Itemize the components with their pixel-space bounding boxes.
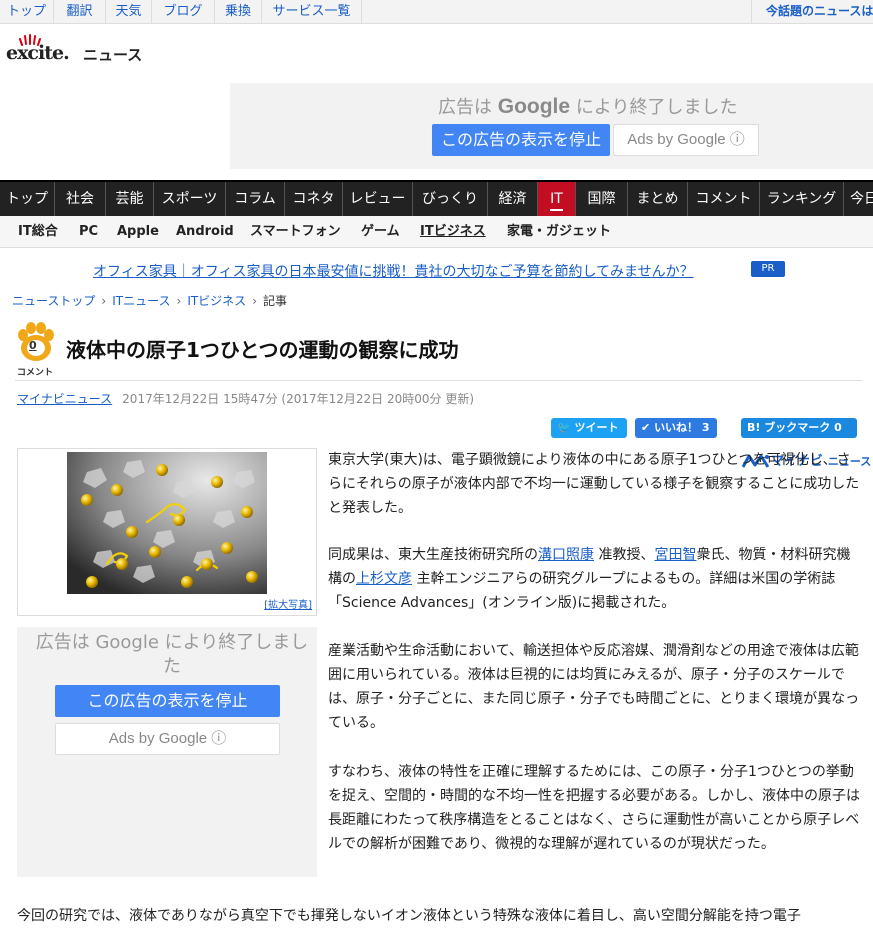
twitter-bird-icon: 🐦	[557, 421, 571, 434]
hatena-b-icon: B!	[747, 421, 761, 434]
subnav-appliances[interactable]: 家電・ガジェット	[507, 216, 611, 248]
article-paragraph: 産業活動や生命活動において、輸送担体や反応溶媒、潤滑剤などの用途で液体は広範囲に…	[328, 643, 860, 731]
subnav-android[interactable]: Android	[176, 216, 234, 248]
util-link-blog[interactable]: ブログ	[152, 0, 215, 24]
util-link-weather[interactable]: 天気	[106, 0, 152, 24]
nav-item-column[interactable]: コラム	[226, 182, 285, 216]
breadcrumb-it-business[interactable]: ITビジネス	[187, 294, 246, 308]
trending-news-link[interactable]: 今話題のニュースは	[751, 0, 873, 24]
side-ad-ended-message: 広告は Google により終了しました	[35, 632, 309, 677]
nav-item-it[interactable]: IT	[538, 182, 576, 216]
nav-item-sports[interactable]: スポーツ	[154, 182, 226, 216]
article-paragraph: 東京大学(東大)は、電子顕微鏡により液体の中にある原子1つひとつを可視化し、さら…	[328, 452, 860, 516]
ads-by-google-button[interactable]: Ads by Google ⓘ	[613, 124, 759, 156]
nav-item-today[interactable]: 今日	[844, 182, 873, 216]
article-figure: [拡大写真]	[17, 448, 317, 616]
breadcrumb-separator-icon: ›	[176, 294, 182, 308]
breadcrumb-current: 記事	[263, 294, 288, 308]
hatena-count: 0	[834, 421, 842, 434]
article-meta: マイナビニュース 2017年12月22日 15時47分 (2017年12月22日 …	[17, 390, 474, 407]
breadcrumb-it-news[interactable]: ITニュース	[112, 294, 170, 308]
nav-item-ranking[interactable]: ランキング	[760, 182, 844, 216]
sub-nav: IT総合 PC Apple Android スマートフォン ゲーム ITビジネス…	[0, 216, 873, 248]
researcher-link[interactable]: 宮田智	[654, 547, 696, 563]
nav-item-international[interactable]: 国際	[576, 182, 628, 216]
nav-item-matome[interactable]: まとめ	[628, 182, 688, 216]
nav-item-comment[interactable]: コメント	[688, 182, 760, 216]
nav-item-society[interactable]: 社会	[55, 182, 106, 216]
util-link-translate[interactable]: 翻訳	[54, 0, 106, 24]
pr-badge: PR	[751, 261, 785, 277]
check-icon: ✔	[641, 421, 651, 434]
side-ads-by-google-button[interactable]: Ads by Google ⓘ	[55, 723, 280, 755]
top-ad-area: 広告は Google により終了しました この広告の表示を停止 Ads by G…	[230, 83, 873, 169]
stop-ad-button[interactable]: この広告の表示を停止	[432, 124, 610, 156]
pr-ad-link[interactable]: オフィス家具｜オフィス家具の日本最安値に挑戦！貴社の大切なご予算を節約してみませ…	[93, 261, 694, 281]
util-link-services[interactable]: サービス一覧	[262, 0, 362, 24]
utility-bar: トップ 翻訳 天気 ブログ 乗換 サービス一覧 今話題のニュースは	[0, 0, 873, 24]
page: トップ 翻訳 天気 ブログ 乗換 サービス一覧 今話題のニュースは excite…	[0, 0, 873, 930]
comment-label: コメント	[17, 368, 54, 378]
side-stop-ad-button[interactable]: この広告の表示を停止	[55, 685, 280, 717]
logo-excite-text: excite.	[6, 42, 70, 64]
researcher-link[interactable]: 溝口照康	[538, 547, 594, 563]
nav-item-bikkuri[interactable]: びっくり	[413, 182, 488, 216]
nav-item-top[interactable]: トップ	[0, 182, 55, 216]
comment-count[interactable]: 0	[29, 339, 37, 352]
breadcrumb: ニューストップ › ITニュース › ITビジネス › 記事	[12, 292, 287, 309]
main-nav: トップ 社会 芸能 スポーツ コラム コネタ レビュー びっくり 経済 IT 国…	[0, 180, 873, 216]
nav-item-koneta[interactable]: コネタ	[285, 182, 343, 216]
breadcrumb-separator-icon: ›	[101, 294, 107, 308]
nav-item-economy[interactable]: 経済	[488, 182, 538, 216]
breadcrumb-news-top[interactable]: ニューストップ	[12, 294, 95, 308]
enlarge-photo-link[interactable]: [拡大写真]	[264, 596, 312, 611]
nav-item-entertainment[interactable]: 芸能	[106, 182, 154, 216]
facebook-like-button[interactable]: ✔ いいね！ 3	[635, 418, 717, 438]
article-date: 2017年12月22日 15時47分 (2017年12月22日 20時00分 更…	[122, 392, 475, 406]
article-source-link[interactable]: マイナビニュース	[17, 392, 112, 406]
util-link-transit[interactable]: 乗換	[215, 0, 262, 24]
article-paragraph: すなわち、液体の特性を正確に理解するためには、この原子・分子1つひとつの挙動を捉…	[328, 764, 860, 852]
researcher-link[interactable]: 上杉文彦	[356, 571, 412, 587]
breadcrumb-separator-icon: ›	[252, 294, 257, 308]
subnav-it-business[interactable]: ITビジネス	[420, 216, 486, 248]
tweet-button[interactable]: 🐦 ツイート	[551, 418, 627, 438]
ad-ended-message: 広告は Google により終了しました	[438, 95, 738, 118]
logo-news-text: ニュース	[83, 46, 143, 64]
hatena-bookmark-button[interactable]: B! ブックマーク 0	[741, 418, 857, 438]
util-link-top[interactable]: トップ	[0, 0, 54, 24]
side-ad-area: 広告は Google により終了しました この広告の表示を停止 Ads by G…	[17, 627, 317, 877]
subnav-game[interactable]: ゲーム	[361, 216, 400, 248]
nav-item-review[interactable]: レビュー	[343, 182, 413, 216]
article-paragraph: 今回の研究では、液体でありながら真空下でも揮発しないイオン液体という特殊な液体に…	[17, 908, 801, 924]
subnav-pc[interactable]: PC	[79, 216, 98, 248]
like-count: 3	[701, 421, 710, 434]
article-paragraph: 同成果は、東大生産技術研究所の溝口照康 准教授、宮田智衆氏、物質・材料研究機構の…	[328, 547, 851, 611]
subnav-apple[interactable]: Apple	[117, 216, 159, 248]
article-title: 液体中の原子1つひとつの運動の観察に成功	[66, 338, 459, 362]
subnav-smartphone[interactable]: スマートフォン	[250, 216, 341, 248]
article-image[interactable]	[67, 452, 267, 594]
comment-paw-icon[interactable]: 0	[15, 321, 57, 363]
title-divider	[15, 380, 862, 381]
subnav-it-all[interactable]: IT総合	[18, 216, 58, 248]
